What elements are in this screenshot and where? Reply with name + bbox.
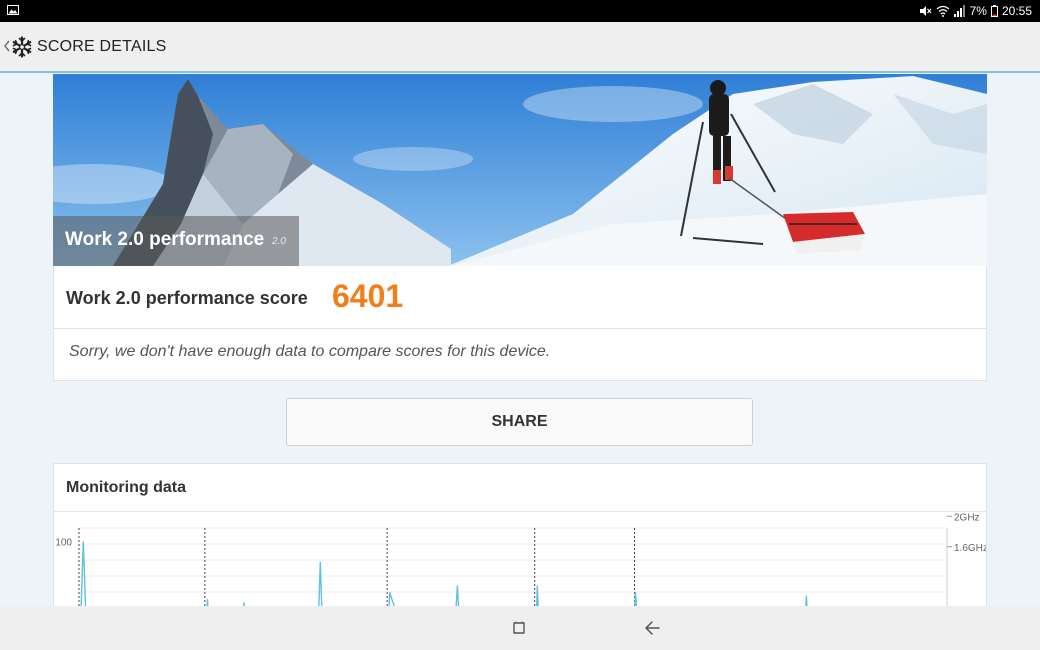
score-card: Work 2.0 performance score 6401 Sorry, w… — [53, 266, 987, 381]
hero-version: 2.0 — [272, 236, 286, 247]
benchmark-hero-image: Work 2.0 performance 2.0 — [53, 74, 987, 266]
divider — [54, 328, 986, 329]
clock: 20:55 — [1001, 4, 1032, 18]
right-tick-label: 1.6GHz — [954, 543, 986, 554]
monitoring-chart: 100802GHz1.6GHz — [55, 512, 986, 622]
battery-icon — [990, 5, 998, 17]
share-button[interactable]: SHARE — [286, 398, 753, 446]
navigation-bar — [0, 606, 1040, 650]
mute-icon — [919, 6, 932, 16]
hero-banner: Work 2.0 performance 2.0 — [53, 216, 299, 266]
back-arrow-icon[interactable] — [643, 619, 661, 637]
back-chevron-icon[interactable] — [3, 38, 11, 54]
comparison-note: Sorry, we don't have enough data to comp… — [69, 343, 551, 360]
app-header: SCORE DETAILS — [0, 22, 1040, 73]
score-label: Work 2.0 performance score — [66, 288, 308, 308]
monitoring-card: Monitoring data 100802GHz1.6GHz — [53, 463, 987, 623]
battery-percentage: 7% — [969, 4, 987, 18]
signal-icon — [953, 5, 965, 17]
snowflake-logo-icon — [12, 36, 32, 58]
status-bar: 7% 20:55 — [0, 0, 1040, 22]
gallery-notification-icon — [7, 5, 19, 15]
right-tick-label: 2GHz — [954, 512, 980, 523]
page-title: SCORE DETAILS — [37, 38, 167, 55]
score-value: 6401 — [332, 278, 404, 314]
hero-title: Work 2.0 performance — [65, 229, 265, 250]
wifi-icon — [936, 5, 950, 17]
left-tick-label: 100 — [55, 538, 72, 549]
recent-apps-icon[interactable] — [511, 620, 527, 636]
